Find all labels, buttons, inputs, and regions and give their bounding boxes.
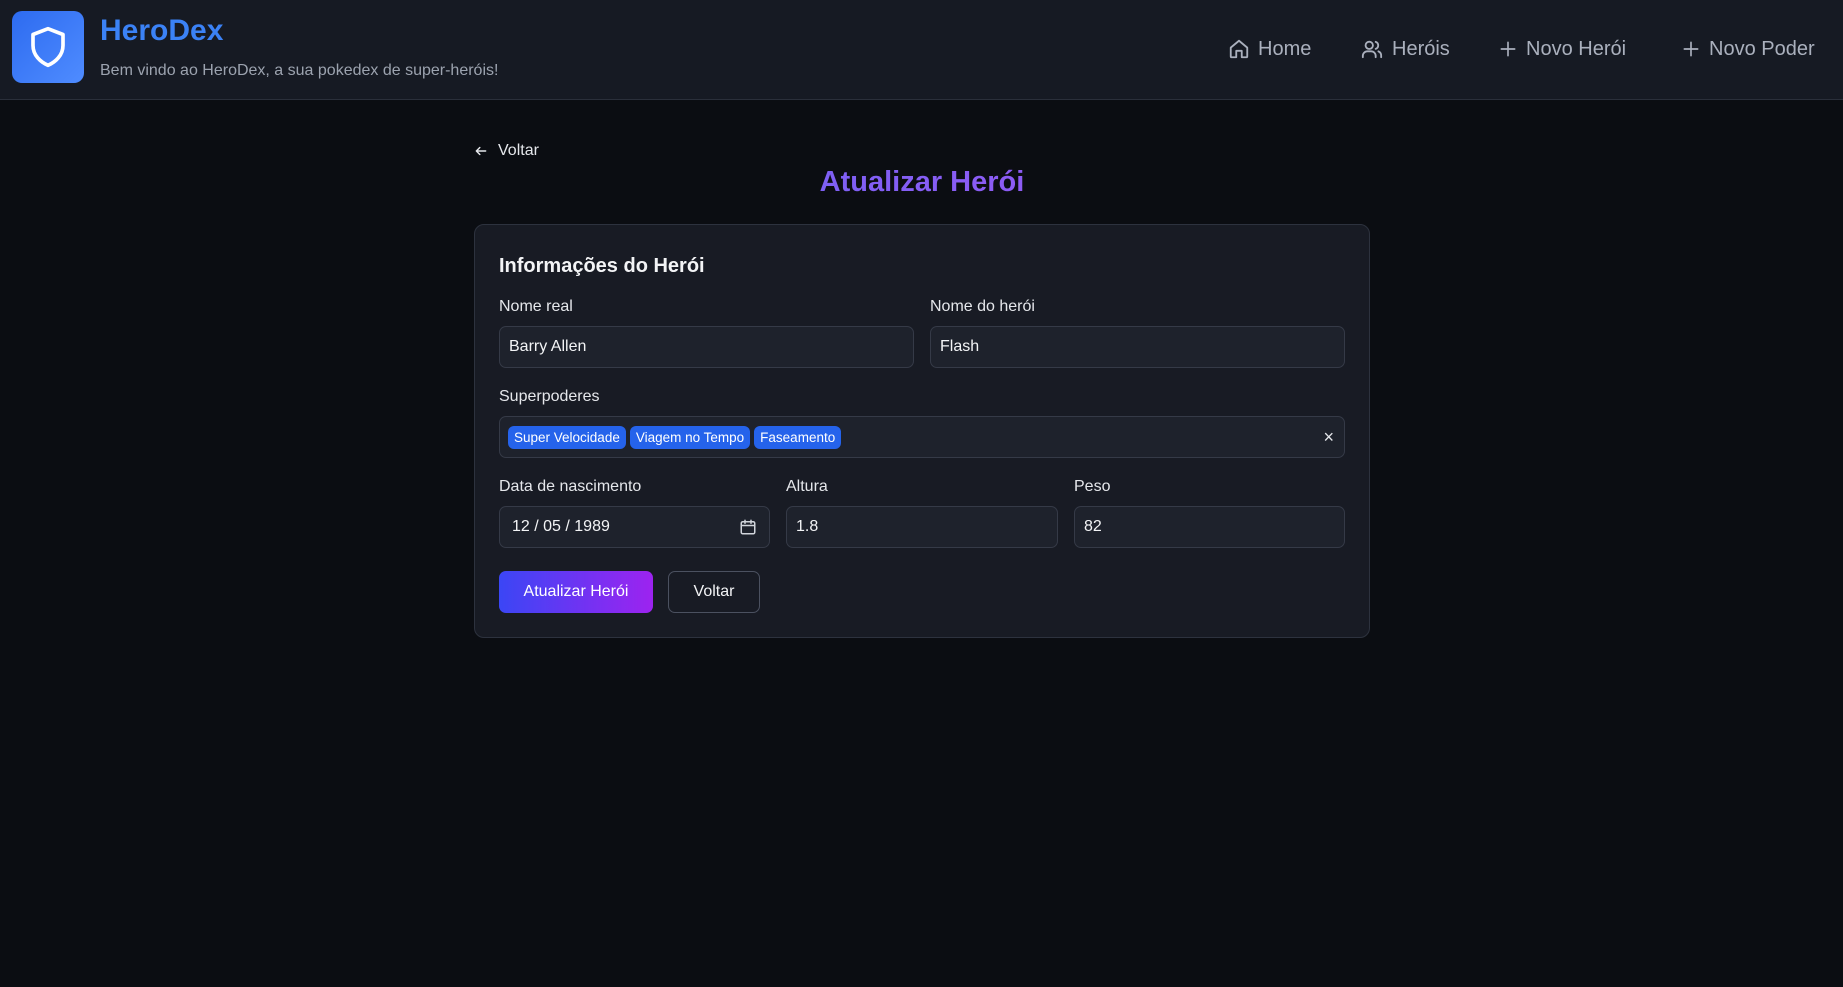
powers-multiselect[interactable]: Super Velocidade Viagem no Tempo Faseame… — [499, 416, 1345, 458]
power-chip[interactable]: Faseamento — [754, 425, 842, 449]
height-value: 1.8 — [796, 518, 819, 535]
birth-date-label: Data de nascimento — [499, 478, 642, 495]
nav-home-label: Home — [1258, 37, 1312, 60]
powers-label: Superpoderes — [499, 388, 600, 405]
nav-novo-poder[interactable]: Novo Poder — [1681, 34, 1815, 64]
hero-name-value: Flash — [940, 338, 980, 355]
update-hero-button[interactable]: Atualizar Herói — [499, 571, 653, 613]
weight-value: 82 — [1084, 518, 1102, 535]
home-icon — [1229, 39, 1249, 59]
birth-date-input[interactable]: 12 / 05 / 1989 — [499, 506, 770, 548]
arrow-left-icon — [475, 146, 487, 156]
weight-input[interactable]: 82 — [1074, 506, 1345, 548]
form-section-title: Informações do Herói — [499, 255, 705, 277]
power-chip[interactable]: Viagem no Tempo — [629, 425, 751, 449]
plus-icon — [1683, 41, 1699, 57]
height-label: Altura — [786, 478, 828, 495]
nav-novo-heroi-label: Novo Herói — [1526, 37, 1627, 60]
app-header: HeroDex Bem vindo ao HeroDex, a sua poke… — [0, 0, 1843, 100]
birth-date-value: 12 / 05 / 1989 — [512, 518, 610, 535]
real-name-value: Barry Allen — [509, 338, 587, 355]
powers-chips: Super Velocidade Viagem no Tempo Faseame… — [508, 425, 842, 449]
nav-novo-heroi[interactable]: Novo Herói — [1498, 34, 1626, 64]
back-link-label: Voltar — [498, 142, 539, 159]
cancel-button[interactable]: Voltar — [668, 571, 760, 613]
page-title: Atualizar Herói — [474, 166, 1370, 199]
brand-title[interactable]: HeroDex — [100, 14, 223, 48]
nav-herois[interactable]: Heróis — [1360, 34, 1450, 64]
real-name-label: Nome real — [499, 298, 573, 315]
shield-icon[interactable] — [12, 11, 84, 83]
hero-name-input[interactable]: Flash — [930, 326, 1345, 368]
nav-novo-poder-label: Novo Poder — [1709, 37, 1815, 60]
nav-home[interactable]: Home — [1228, 34, 1311, 64]
brand-subtitle: Bem vindo ao HeroDex, a sua pokedex de s… — [100, 62, 499, 79]
users-icon — [1361, 40, 1383, 59]
hero-form-card: Informações do Herói Nome real Barry All… — [474, 224, 1370, 638]
weight-label: Peso — [1074, 478, 1111, 495]
hero-name-label: Nome do herói — [930, 298, 1035, 315]
clear-powers-button[interactable]: × — [1323, 427, 1334, 448]
power-chip[interactable]: Super Velocidade — [508, 425, 626, 449]
plus-icon — [1500, 41, 1516, 57]
back-link[interactable]: Voltar — [474, 142, 539, 160]
calendar-icon[interactable] — [739, 518, 757, 536]
height-input[interactable]: 1.8 — [786, 506, 1058, 548]
real-name-input[interactable]: Barry Allen — [499, 326, 914, 368]
nav-herois-label: Heróis — [1392, 37, 1450, 60]
